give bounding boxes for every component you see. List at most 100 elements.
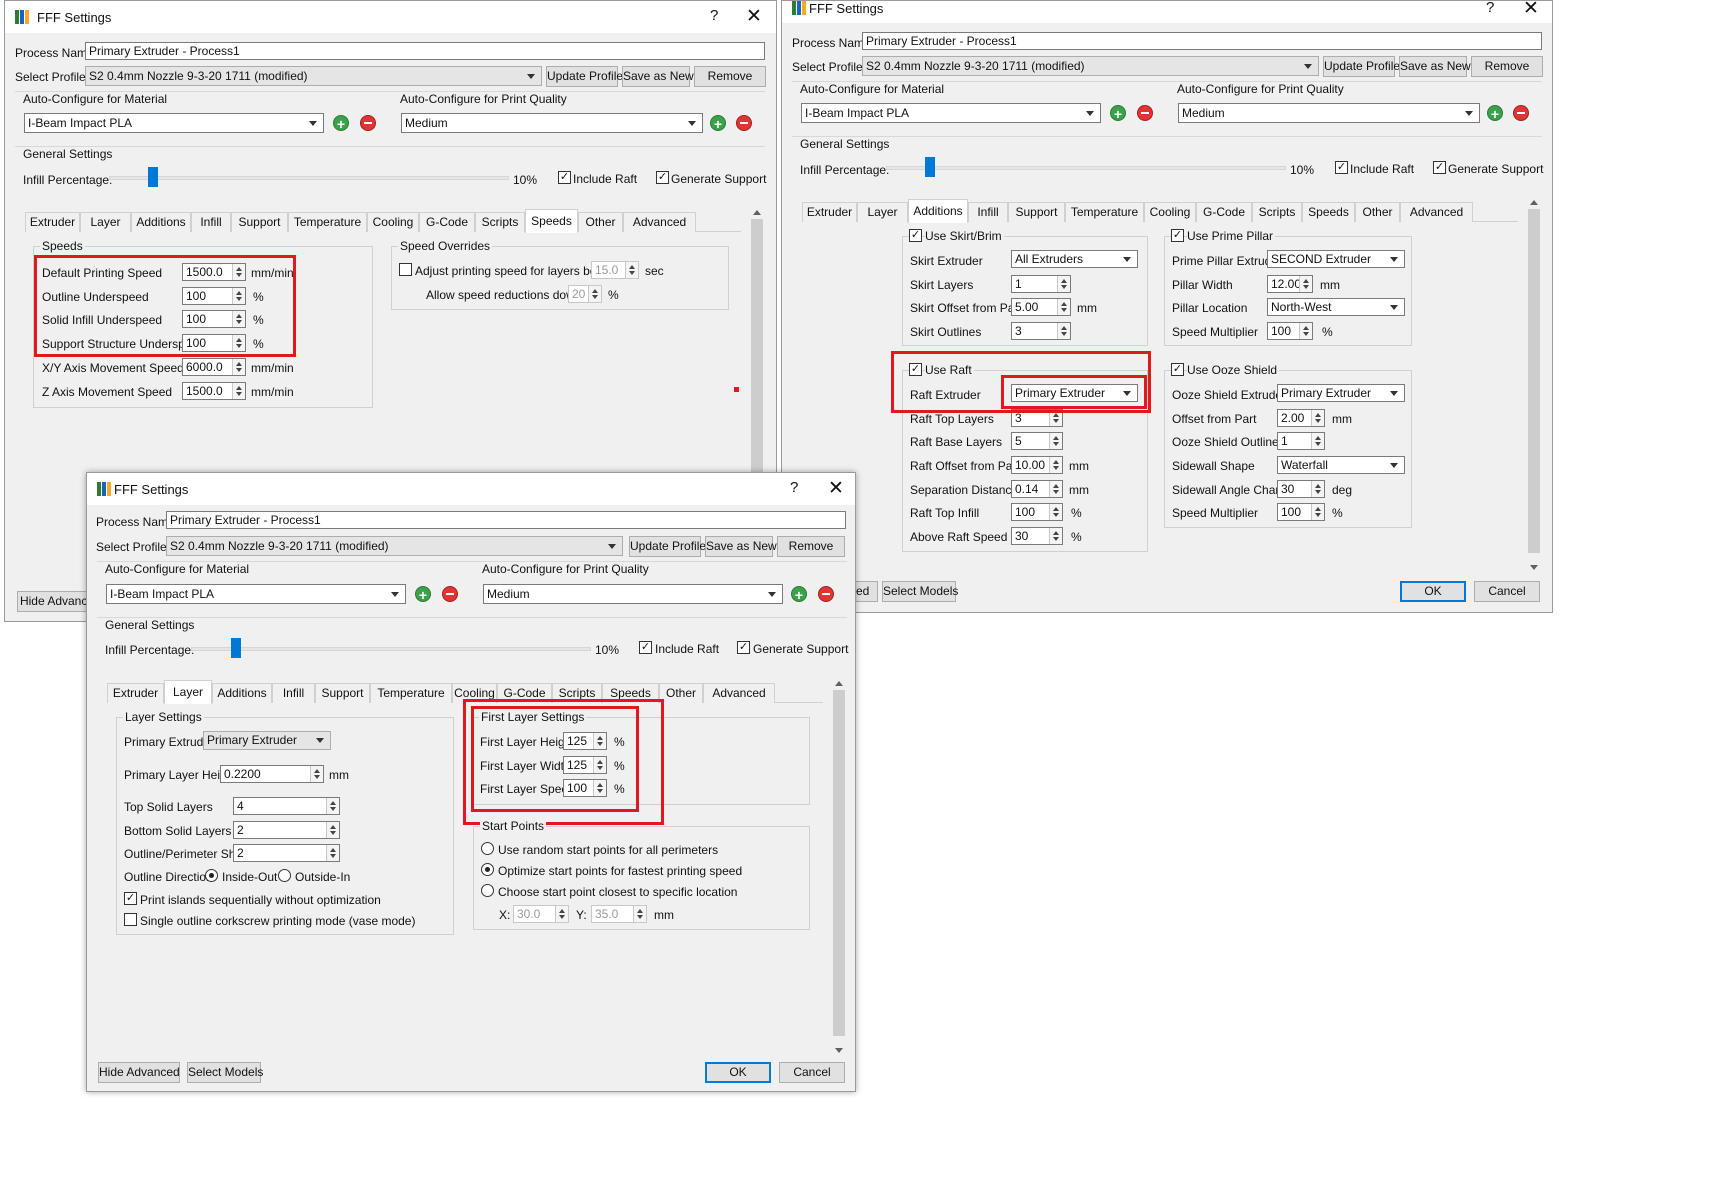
skirt-offset-spinbox[interactable]: 5.00 [1011, 298, 1071, 316]
skirt-extruder-dropdown[interactable]: All Extruders [1011, 250, 1138, 268]
allow-reduction-spinbox[interactable]: 20 [568, 285, 602, 303]
bottom-layers-spinbox[interactable]: 2 [233, 821, 340, 839]
tab-layer[interactable]: Layer [80, 212, 131, 232]
save-as-new-button[interactable]: Save as New [622, 66, 694, 87]
ok-button[interactable]: OK [1400, 581, 1466, 602]
close-icon[interactable]: ✕ [828, 477, 844, 500]
help-button[interactable]: ? [790, 479, 798, 496]
pillar-width-spinbox[interactable]: 12.00 [1267, 275, 1313, 293]
spin-arrows-icon[interactable] [232, 383, 245, 399]
spin-arrows-icon[interactable] [1311, 410, 1324, 426]
spin-arrows-icon[interactable] [232, 359, 245, 375]
remove-material-icon[interactable] [1137, 105, 1153, 121]
tab-speeds[interactable]: Speeds [525, 209, 578, 233]
scroll-up-icon[interactable] [1530, 200, 1538, 205]
ooze-speed-spinbox[interactable]: 100 [1277, 503, 1325, 521]
tab-scripts[interactable]: Scripts [1252, 202, 1302, 222]
infill-slider-thumb[interactable] [148, 167, 158, 187]
remove-material-icon[interactable] [442, 586, 458, 602]
remove-quality-icon[interactable] [736, 115, 752, 131]
pillar-extruder-dropdown[interactable]: SECOND Extruder [1267, 250, 1405, 268]
spin-arrows-icon[interactable] [555, 906, 568, 922]
tab-temperature[interactable]: Temperature [1065, 202, 1144, 222]
spin-arrows-icon[interactable] [1049, 504, 1062, 520]
outside-in-radio[interactable] [278, 869, 291, 882]
infill-slider-track[interactable] [886, 166, 1286, 170]
scroll-up-icon[interactable] [835, 681, 843, 686]
select-models-button[interactable]: Select Models [882, 581, 958, 602]
select-models-button[interactable]: Select Models [187, 1062, 263, 1083]
remove-quality-icon[interactable] [1513, 105, 1529, 121]
scroll-thumb[interactable] [751, 219, 763, 475]
print-islands-checkbox[interactable] [124, 892, 137, 905]
spin-arrows-icon[interactable] [326, 822, 339, 838]
profile-dropdown[interactable]: S2 0.4mm Nozzle 9-3-20 1711 (modified) [862, 56, 1319, 76]
above-raft-spinbox[interactable]: 30 [1011, 527, 1063, 545]
x-spinbox[interactable]: 30.0 [513, 905, 569, 923]
infill-slider-thumb[interactable] [231, 638, 241, 658]
tab-support[interactable]: Support [315, 683, 370, 703]
generate-support-checkbox[interactable] [737, 641, 750, 654]
hide-advanced-button[interactable]: Hide Advance [17, 591, 97, 612]
ooze-extruder-dropdown[interactable]: Primary Extruder [1277, 384, 1405, 402]
scroll-thumb[interactable] [1528, 209, 1540, 553]
remove-quality-icon[interactable] [818, 586, 834, 602]
tab-additions[interactable]: Additions [131, 212, 191, 232]
tab-advanced[interactable]: Advanced [703, 683, 775, 703]
add-material-icon[interactable]: + [415, 586, 431, 603]
process-name-input[interactable]: Primary Extruder - Process1 [862, 32, 1542, 50]
spin-arrows-icon[interactable] [310, 766, 323, 782]
help-button[interactable]: ? [1486, 1, 1494, 16]
infill-slider-thumb[interactable] [925, 157, 935, 177]
infill-slider-track[interactable] [191, 647, 591, 651]
spin-arrows-icon[interactable] [1057, 276, 1070, 292]
add-quality-icon[interactable]: + [710, 115, 726, 132]
xy-speed-spinbox[interactable]: 6000.0 [182, 358, 246, 376]
material-dropdown[interactable]: I-Beam Impact PLA [801, 103, 1101, 123]
tab-support[interactable]: Support [231, 212, 288, 232]
tab-other[interactable]: Other [659, 683, 703, 703]
generate-support-checkbox[interactable] [1433, 161, 1446, 174]
spin-arrows-icon[interactable] [1049, 528, 1062, 544]
scrollbar[interactable] [1526, 195, 1542, 575]
raft-offset-spinbox[interactable]: 10.00 [1011, 456, 1063, 474]
ok-button[interactable]: OK [705, 1062, 771, 1083]
ooze-outlines-spinbox[interactable]: 1 [1277, 432, 1325, 450]
use-pillar-checkbox[interactable] [1171, 229, 1184, 242]
adjust-speed-checkbox[interactable] [399, 263, 412, 276]
spin-arrows-icon[interactable] [326, 845, 339, 861]
spin-arrows-icon[interactable] [1057, 299, 1070, 315]
quality-dropdown[interactable]: Medium [483, 584, 783, 604]
optimize-start-radio[interactable] [481, 863, 494, 876]
adjust-seconds-spinbox[interactable]: 15.0 [591, 261, 639, 279]
ooze-offset-spinbox[interactable]: 2.00 [1277, 409, 1325, 427]
tab-gcode[interactable]: G-Code [1196, 202, 1252, 222]
scrollbar[interactable] [831, 676, 847, 1058]
tab-advanced[interactable]: Advanced [1400, 202, 1473, 222]
sidewall-dropdown[interactable]: Waterfall [1277, 456, 1405, 474]
scroll-thumb[interactable] [833, 690, 845, 1036]
tab-extruder[interactable]: Extruder [802, 202, 857, 222]
cancel-button[interactable]: Cancel [779, 1062, 845, 1083]
add-quality-icon[interactable]: + [791, 586, 807, 603]
save-as-new-button[interactable]: Save as New [705, 536, 777, 557]
spin-arrows-icon[interactable] [1049, 433, 1062, 449]
remove-button[interactable]: Remove [694, 66, 766, 87]
outline-shells-spinbox[interactable]: 2 [233, 844, 340, 862]
tab-infill[interactable]: Infill [272, 683, 315, 703]
include-raft-checkbox[interactable] [639, 641, 652, 654]
help-button[interactable]: ? [710, 7, 718, 24]
tab-support[interactable]: Support [1008, 202, 1065, 222]
profile-dropdown[interactable]: S2 0.4mm Nozzle 9-3-20 1711 (modified) [85, 66, 542, 86]
top-layers-spinbox[interactable]: 4 [233, 797, 340, 815]
tab-advanced[interactable]: Advanced [623, 212, 696, 232]
vase-mode-checkbox[interactable] [124, 913, 137, 926]
remove-material-icon[interactable] [360, 115, 376, 131]
add-material-icon[interactable]: + [333, 115, 349, 132]
y-spinbox[interactable]: 35.0 [591, 905, 647, 923]
tab-additions[interactable]: Additions [908, 199, 968, 223]
add-material-icon[interactable]: + [1110, 105, 1126, 122]
add-quality-icon[interactable]: + [1487, 105, 1503, 122]
include-raft-checkbox[interactable] [558, 171, 571, 184]
raft-infill-spinbox[interactable]: 100 [1011, 503, 1063, 521]
